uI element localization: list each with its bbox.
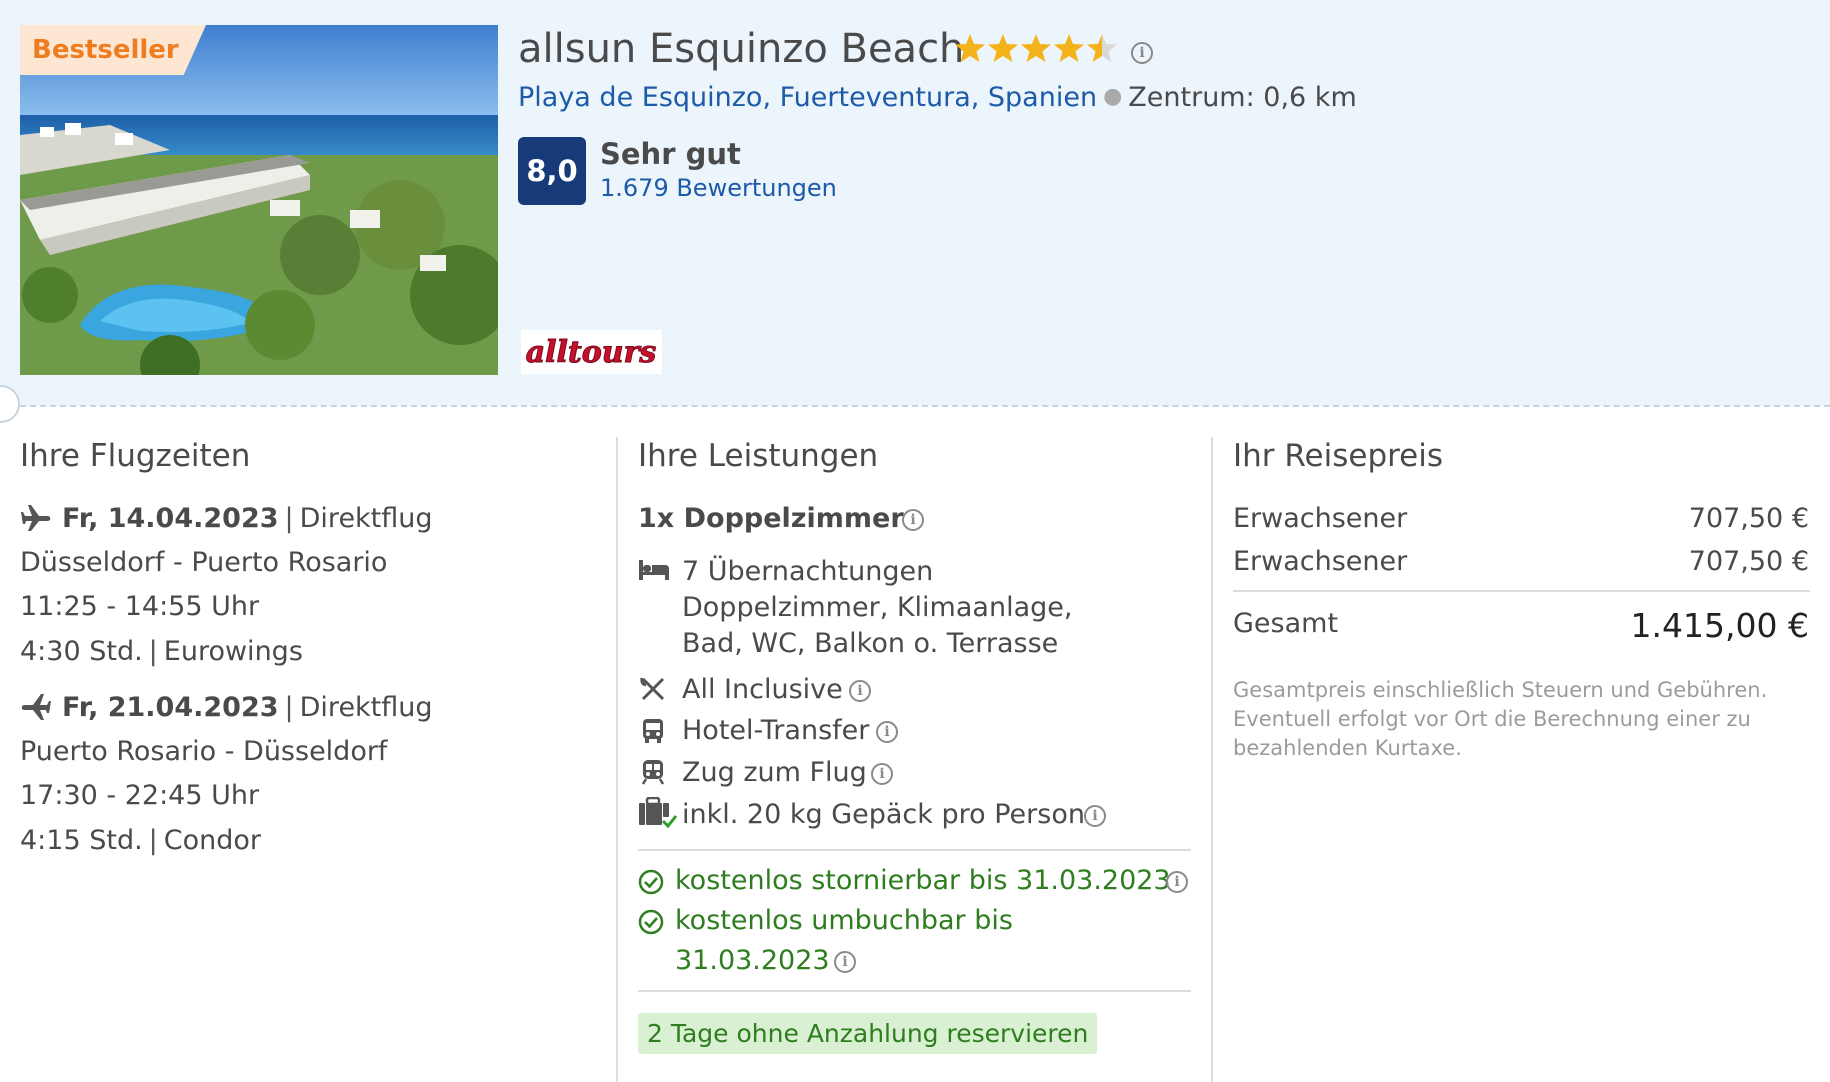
header-divider (0, 405, 1830, 407)
price-row-value: 707,50 € (1688, 503, 1809, 534)
price-row-label: Erwachsener (1233, 503, 1408, 534)
outbound-route: Düsseldorf - Puerto Rosario (20, 547, 388, 578)
outbound-airline: Eurowings (163, 636, 303, 667)
separator: | (148, 825, 158, 856)
return-times: 17:30 - 22:45 Uhr (20, 780, 260, 811)
rating-text: Sehr gut (600, 137, 741, 171)
outbound-type: Direktflug (299, 503, 433, 534)
total-label: Gesamt (1233, 608, 1339, 639)
services-divider (638, 990, 1191, 992)
price-note: Gesamtpreis einschließlich Steuern und G… (1233, 678, 1768, 760)
bed-icon (639, 560, 669, 580)
outbound-flight-line: Fr, 14.04.2023 | Direktflug (62, 503, 433, 534)
check-circle-icon (638, 909, 664, 935)
star-icon (955, 34, 1117, 62)
flights-title: Ihre Flugzeiten (20, 438, 251, 474)
train-icon (641, 760, 665, 785)
services-divider (638, 849, 1191, 851)
info-icon[interactable]: i (1131, 42, 1153, 64)
return-flight-line: Fr, 21.04.2023 | Direktflug (62, 692, 433, 723)
outbound-date: Fr, 14.04.2023 (62, 503, 279, 534)
luggage-check-icon (639, 797, 678, 829)
price-divider (1233, 590, 1810, 592)
info-icon[interactable]: i (902, 509, 924, 531)
return-duration: 4:15 Std. (20, 825, 143, 856)
return-route: Puerto Rosario - Düsseldorf (20, 736, 388, 767)
total-price: 1.415,00 € (1630, 606, 1809, 645)
price-row-value: 707,50 € (1688, 546, 1809, 577)
services-title: Ihre Leistungen (638, 438, 879, 474)
bus-icon (643, 719, 663, 743)
svg-text:alltours: alltours (526, 335, 657, 370)
reserve-without-deposit-badge: 2 Tage ohne Anzahlung reservieren (638, 1013, 1098, 1054)
outbound-duration: 4:30 Std. (20, 636, 143, 667)
separator: | (148, 636, 158, 667)
return-duration-airline: 4:15 Std. | Condor (20, 825, 261, 856)
free-cancellation: kostenlos stornierbar bis 31.03.2023 (675, 865, 1171, 896)
train-to-flight: Zug zum Flug (682, 757, 867, 788)
price-title: Ihr Reisepreis (1233, 438, 1444, 474)
operator-logo: alltours (521, 330, 662, 374)
hotel-photo[interactable] (20, 25, 498, 375)
bestseller-badge: Bestseller (20, 25, 206, 75)
column-divider (616, 437, 618, 1082)
check-circle-icon (638, 869, 664, 895)
board-type: All Inclusive (682, 674, 843, 705)
star-rating (954, 30, 1124, 66)
info-icon[interactable]: i (1166, 871, 1188, 893)
dot-separator: ● (1103, 84, 1123, 109)
free-rebooking-line-1: kostenlos umbuchbar bis (675, 905, 1013, 936)
info-icon[interactable]: i (834, 951, 856, 973)
transfer: Hotel-Transfer (682, 715, 870, 746)
reviews-link[interactable]: 1.679 Bewertungen (600, 174, 837, 202)
separator: | (284, 503, 294, 534)
cutlery-icon (640, 677, 665, 701)
outbound-times: 11:25 - 14:55 Uhr (20, 591, 260, 622)
return-airline: Condor (163, 825, 262, 856)
rating-score-badge: 8,0 (518, 137, 586, 205)
room-description-2: Bad, WC, Balkon o. Terrasse (682, 628, 1059, 659)
price-row-label: Erwachsener (1233, 546, 1408, 577)
separator: | (284, 692, 294, 723)
plane-return-icon (21, 694, 51, 720)
info-icon[interactable]: i (871, 763, 893, 785)
room-description-1: Doppelzimmer, Klimaanlage, (682, 592, 1073, 623)
center-distance: Zentrum: 0,6 km (1128, 82, 1357, 113)
return-type: Direktflug (299, 692, 433, 723)
column-divider (1211, 437, 1213, 1082)
outbound-duration-airline: 4:30 Std. | Eurowings (20, 636, 303, 667)
info-icon[interactable]: i (876, 721, 898, 743)
hotel-name[interactable]: allsun Esquinzo Beach (518, 26, 964, 72)
room-count: 1x Doppelzimmer (638, 503, 904, 534)
hotel-location: Playa de Esquinzo, Fuerteventura, Spanie… (518, 82, 1357, 113)
hotel-header: Bestseller allsun Esquinzo Beach i Playa… (0, 0, 1830, 406)
info-icon[interactable]: i (1084, 805, 1106, 827)
return-date: Fr, 21.04.2023 (62, 692, 279, 723)
location-link[interactable]: Playa de Esquinzo, Fuerteventura, Spanie… (518, 82, 1097, 113)
nights: 7 Übernachtungen (682, 556, 934, 587)
info-icon[interactable]: i (849, 680, 871, 702)
free-rebooking-line-2: 31.03.2023 (675, 945, 830, 976)
plane-departure-icon (21, 505, 51, 531)
luggage-allowance: inkl. 20 kg Gepäck pro Person (682, 799, 1085, 830)
